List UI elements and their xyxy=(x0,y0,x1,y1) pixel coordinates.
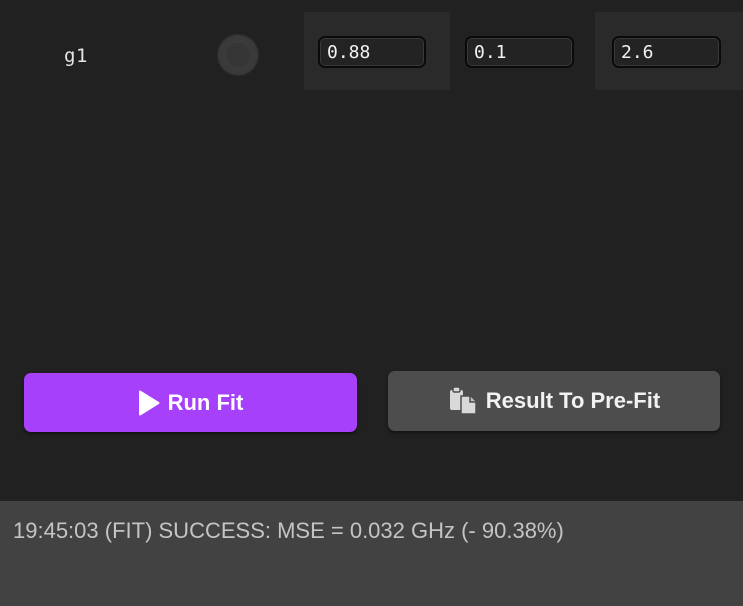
run-fit-label: Run Fit xyxy=(167,389,244,415)
result-to-prefit-button[interactable]: Result To Pre-Fit xyxy=(388,371,720,431)
fix-parameter-toggle[interactable] xyxy=(217,34,259,76)
parameter-row-g1: g1 xyxy=(0,12,743,90)
parameter-name: g1 xyxy=(64,45,88,67)
status-bar: 19:45:03 (FIT) SUCCESS: MSE = 0.032 GHz … xyxy=(0,501,743,606)
max-value-input[interactable] xyxy=(612,36,721,68)
value-cell-3 xyxy=(595,12,743,90)
value-cell-1 xyxy=(304,12,450,90)
run-fit-button[interactable]: Run Fit xyxy=(24,373,357,432)
clipboard-icon xyxy=(448,386,478,416)
initial-value-input[interactable] xyxy=(318,36,426,68)
status-message: 19:45:03 (FIT) SUCCESS: MSE = 0.032 GHz … xyxy=(13,518,564,543)
fit-panel: g1 Run Fit Resu xyxy=(0,0,743,606)
min-value-input[interactable] xyxy=(465,36,574,68)
result-to-prefit-label: Result To Pre-Fit xyxy=(485,388,661,413)
play-icon xyxy=(138,390,160,416)
value-cell-2 xyxy=(451,12,594,90)
toggle-knob-icon xyxy=(226,43,250,67)
